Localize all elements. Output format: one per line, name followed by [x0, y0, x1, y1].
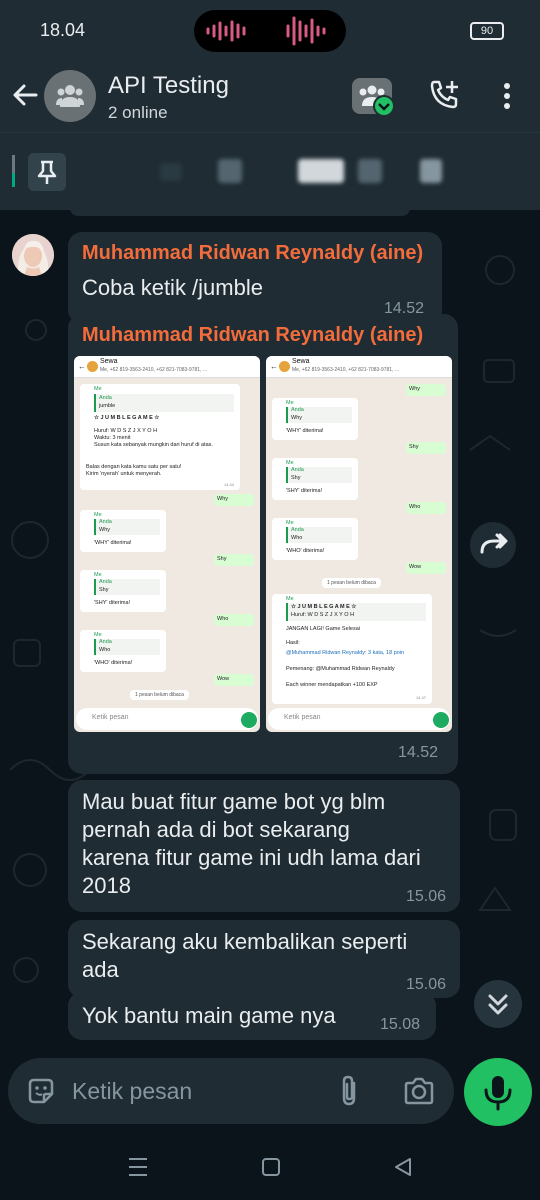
pinned-preview-blurred: [358, 159, 382, 183]
recent-apps-icon[interactable]: [126, 1156, 150, 1178]
chat-header: API Testing 2 online: [0, 60, 540, 132]
sender-name[interactable]: Muhammad Ridwan Reynaldy (aine): [82, 242, 423, 265]
add-call-icon[interactable]: [428, 78, 462, 112]
game-result: Me ☆ J U M B L E G A M E ☆ Huruf: W D S …: [272, 594, 432, 704]
sticker-icon[interactable]: [26, 1076, 56, 1106]
status-bar: 18.04 90: [0, 0, 540, 60]
message-input-placeholder: Ketik pesan: [72, 1078, 193, 1104]
composer-area: Ketik pesan: [0, 1042, 540, 1136]
user-word: Shy: [214, 554, 254, 566]
community-icon[interactable]: [352, 76, 396, 120]
more-options-icon[interactable]: [498, 82, 516, 112]
screenshot-thumbnail-left[interactable]: ← Sewa Me, +62 819-3563-2410, +62 821-70…: [74, 356, 260, 732]
bot-reply: Me Anda Who 'WHO' diterima!: [80, 630, 166, 672]
voice-record-button[interactable]: [464, 1058, 532, 1126]
pinned-preview-blurred: [298, 159, 344, 183]
message-bubble[interactable]: Mau buat fitur game bot yg blm pernah ad…: [68, 780, 460, 912]
recording-indicator: [194, 10, 346, 52]
message-text: Sekarang aku kembalikan seperti ada: [82, 929, 408, 982]
user-word: Who: [214, 614, 254, 626]
camera-icon[interactable]: [402, 1076, 436, 1106]
pinned-preview-blurred: [420, 159, 442, 183]
forward-icon: [480, 533, 508, 554]
unread-divider: 1 pesan belum dibaca: [130, 690, 189, 700]
bot-reply: Me Anda Shy 'SHY' diterima!: [80, 570, 166, 612]
chat-area[interactable]: Muhammad Ridwan Reynaldy (aine) Coba ket…: [0, 210, 540, 1056]
pinned-preview-blurred: [218, 159, 242, 183]
user-word: Why: [214, 494, 254, 506]
message-text: Coba ketik /jumble: [82, 275, 263, 300]
pinned-messages-bar[interactable]: [0, 132, 540, 210]
chat-subtitle: 2 online: [108, 103, 168, 122]
pin-icon[interactable]: [28, 153, 66, 191]
message-text: Mau buat fitur game bot yg blm pernah ad…: [82, 789, 421, 898]
sender-avatar[interactable]: [12, 234, 54, 276]
message-time: 15.06: [406, 888, 447, 905]
message-time: 15.08: [380, 1016, 421, 1033]
pinned-indicator: [12, 155, 15, 187]
forward-button[interactable]: [470, 522, 516, 568]
group-icon: [56, 85, 84, 107]
system-navigation-bar: [0, 1136, 540, 1200]
message-input[interactable]: Ketik pesan: [8, 1058, 454, 1124]
message-text: Yok bantu main game nya: [82, 1003, 336, 1028]
sender-name[interactable]: Muhammad Ridwan Reynaldy (aine): [82, 324, 423, 347]
double-chevron-down-icon: [488, 994, 508, 1015]
contact-members: Me, +62 819-3563-2410, +62 821-7083-9781…: [100, 367, 208, 373]
back-arrow-icon[interactable]: [10, 80, 40, 110]
message-bubble[interactable]: Sekarang aku kembalikan seperti ada 15.0…: [68, 920, 460, 998]
chat-title[interactable]: API Testing: [108, 72, 229, 100]
bot-reply: Me Anda jumble ☆ J U M B L E G A M E ☆ H…: [80, 384, 240, 490]
bot-reply: Me Anda Why 'WHY' diterima!: [80, 510, 166, 552]
attach-icon[interactable]: [334, 1074, 364, 1108]
contact-name: Sewa: [100, 358, 118, 365]
battery-indicator: 90: [470, 22, 504, 40]
back-nav-icon[interactable]: [392, 1156, 414, 1178]
screenshot-thumbnail-right[interactable]: ← Sewa Me, +62 819-3563-2410, +62 821-70…: [266, 356, 452, 732]
microphone-icon: [484, 1076, 512, 1111]
status-time: 18.04: [40, 20, 86, 40]
pinned-preview-blurred: [160, 163, 182, 181]
scroll-to-bottom-button[interactable]: [474, 980, 522, 1028]
audio-wave-icon: [206, 16, 326, 46]
image-message-bubble[interactable]: Muhammad Ridwan Reynaldy (aine) ← Sewa M…: [68, 314, 458, 774]
user-word: Wow: [214, 674, 254, 686]
message-time: 14.52: [398, 744, 439, 761]
group-avatar[interactable]: [44, 70, 96, 122]
message-bubble[interactable]: Muhammad Ridwan Reynaldy (aine) Coba ket…: [68, 232, 442, 324]
message-bubble[interactable]: Yok bantu main game nya 15.08: [68, 992, 436, 1040]
home-icon[interactable]: [260, 1156, 282, 1178]
message-bubble-partial: [70, 210, 410, 216]
